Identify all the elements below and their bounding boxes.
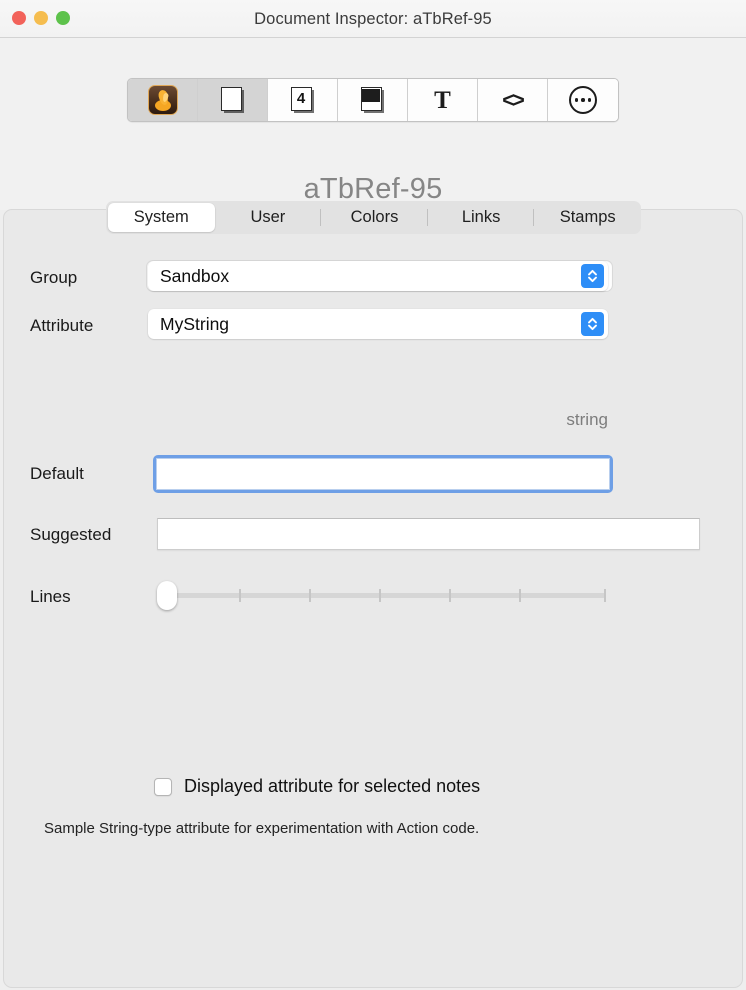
default-label: Default <box>30 464 84 484</box>
slider-tick <box>604 589 606 602</box>
inspector-tabbar: System User Colors Links Stamps <box>106 201 641 234</box>
slider-tick <box>449 589 451 602</box>
attribute-select[interactable]: MyString <box>148 309 608 339</box>
window-titlebar: Document Inspector: aTbRef-95 <box>0 0 746 38</box>
chevron-updown-icon <box>581 312 604 336</box>
tab-user[interactable]: User <box>215 203 322 232</box>
attribute-description: Sample String-type attribute for experim… <box>44 818 584 839</box>
slider-tick <box>519 589 521 602</box>
tab-label: User <box>250 208 285 227</box>
code-brackets-icon: <> <box>502 90 523 111</box>
toolbar-segment-numbered-note[interactable]: 4 <box>268 79 338 121</box>
default-input-inner <box>156 458 610 490</box>
displayed-attribute-label: Displayed attribute for selected notes <box>184 776 480 797</box>
page-number-label: 4 <box>291 87 312 111</box>
tab-system[interactable]: System <box>108 203 215 232</box>
inspector-tab-toolbar: 4 T <> <box>127 78 619 122</box>
page-half-icon <box>361 87 385 113</box>
displayed-attribute-row[interactable]: Displayed attribute for selected notes <box>154 776 480 797</box>
slider-track <box>157 593 606 598</box>
page-icon <box>221 87 245 113</box>
tab-links[interactable]: Links <box>428 203 535 232</box>
attribute-label: Attribute <box>30 316 93 336</box>
suggested-input[interactable] <box>157 518 700 550</box>
attribute-value: MyString <box>160 314 229 335</box>
window-title: Document Inspector: aTbRef-95 <box>0 0 746 38</box>
slider-tick <box>379 589 381 602</box>
default-input[interactable] <box>153 455 613 493</box>
group-select[interactable]: Sandbox <box>148 261 608 291</box>
tab-stamps[interactable]: Stamps <box>534 203 641 232</box>
toolbar-segment-blank-note[interactable] <box>198 79 268 121</box>
group-label: Group <box>30 268 77 288</box>
toolbar-segment-flame-note[interactable] <box>128 79 198 121</box>
tab-label: Colors <box>351 208 399 227</box>
page-number-icon: 4 <box>291 87 315 113</box>
tab-label: Stamps <box>560 208 616 227</box>
attribute-type-hint: string <box>4 410 608 430</box>
toolbar-segment-split-note[interactable] <box>338 79 408 121</box>
lines-slider[interactable] <box>157 580 606 610</box>
group-value: Sandbox <box>160 266 229 287</box>
displayed-attribute-checkbox[interactable] <box>154 778 172 796</box>
inspector-header: 4 T <> aTbRef-95 <box>0 38 746 210</box>
tab-colors[interactable]: Colors <box>321 203 428 232</box>
toolbar-segment-code[interactable]: <> <box>478 79 548 121</box>
tab-label: Links <box>462 208 501 227</box>
toolbar-segment-text[interactable]: T <box>408 79 478 121</box>
suggested-label: Suggested <box>30 525 111 545</box>
lines-label: Lines <box>30 587 71 607</box>
inspector-content-panel: Search Group Sandbox Attribute MyString <box>3 209 743 988</box>
tab-label: System <box>134 208 189 227</box>
chevron-updown-icon <box>581 264 604 288</box>
slider-tick <box>239 589 241 602</box>
text-t-icon: T <box>434 88 451 113</box>
flame-icon <box>148 85 178 115</box>
slider-thumb[interactable] <box>157 581 177 610</box>
toolbar-segment-more[interactable] <box>548 79 618 121</box>
document-inspector-window: Document Inspector: aTbRef-95 4 <box>0 0 746 990</box>
slider-tick <box>309 589 311 602</box>
ellipsis-circle-icon <box>569 86 597 114</box>
